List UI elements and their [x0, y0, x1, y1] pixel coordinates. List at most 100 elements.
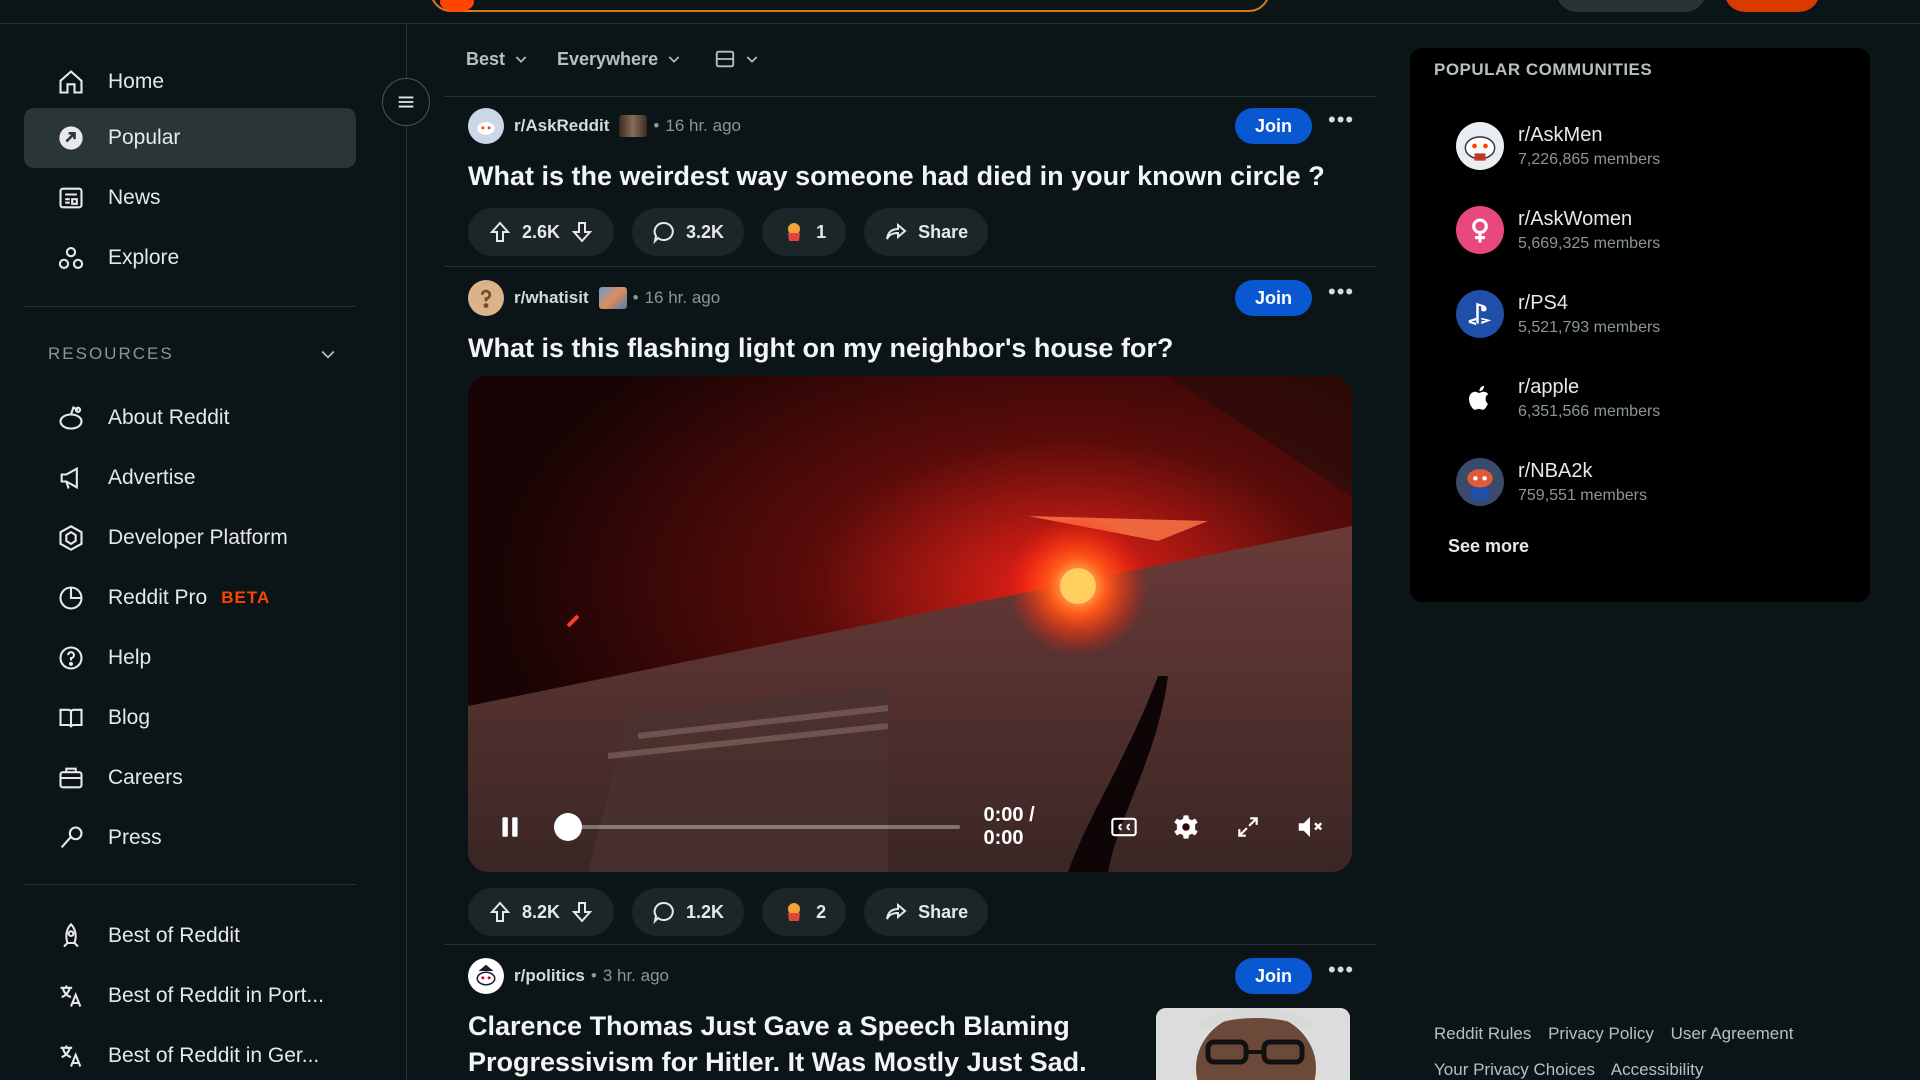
view-mode-dropdown[interactable] [710, 48, 760, 70]
nav-explore[interactable]: Explore [24, 228, 356, 288]
video-progress-bar[interactable] [553, 813, 960, 841]
comments-button[interactable]: 3.2K [632, 208, 745, 256]
comment-icon [653, 221, 674, 244]
upvote-icon[interactable] [488, 220, 512, 244]
community-item[interactable]: r/AskMen 7,226,865 members [1456, 116, 1836, 176]
community-item[interactable]: r/apple 6,351,566 members [1456, 368, 1836, 428]
subreddit-avatar[interactable] [468, 108, 504, 144]
divider [444, 944, 1376, 945]
community-members: 759,551 members [1518, 486, 1647, 504]
nav-careers[interactable]: Careers [24, 748, 356, 808]
nav-blog[interactable]: Blog [24, 688, 356, 748]
chevron-down-icon [321, 350, 335, 359]
captions-button[interactable] [1106, 809, 1142, 845]
nav-about[interactable]: About Reddit [24, 388, 356, 448]
divider [444, 266, 1376, 267]
more-options-icon[interactable]: ••• [1328, 959, 1353, 988]
header-button[interactable] [1556, 0, 1706, 12]
fullscreen-button[interactable] [1230, 809, 1266, 845]
chevron-down-icon [515, 56, 527, 63]
share-button[interactable]: Share [864, 208, 989, 256]
scrubber-handle[interactable] [553, 813, 582, 841]
subreddit-name[interactable]: r/whatisit [514, 288, 589, 308]
comment-count: 1.2K [686, 901, 725, 922]
more-options-icon[interactable]: ••• [1328, 109, 1353, 138]
nav-best-port[interactable]: Best of Reddit in Port... [24, 966, 356, 1026]
resources-toggle[interactable]: RESOURCES [48, 344, 338, 364]
footer-link[interactable]: Your Privacy Choices [1434, 1060, 1595, 1079]
join-button[interactable]: Join [1234, 958, 1312, 994]
post-time: 3 hr. ago [602, 966, 669, 985]
nav-news[interactable]: News [24, 168, 356, 228]
post-title[interactable]: What is this flashing light on my neighb… [468, 330, 1352, 366]
login-button[interactable] [1724, 0, 1820, 12]
community-members: 7,226,865 members [1518, 150, 1661, 168]
award-button[interactable]: 2 [762, 888, 847, 936]
post-thumbnail[interactable] [1156, 1008, 1350, 1080]
share-icon [886, 902, 907, 920]
nav-help[interactable]: Help [24, 628, 356, 688]
nav-explore-label: Explore [108, 246, 180, 269]
footer-link[interactable]: User Agreement [1671, 1024, 1794, 1043]
footer-link[interactable]: Privacy Policy [1548, 1024, 1654, 1043]
settings-button[interactable] [1168, 809, 1204, 845]
expand-icon [1238, 817, 1258, 837]
community-item[interactable]: r/AskWomen 5,669,325 members [1456, 200, 1836, 260]
nav-advertise[interactable]: Advertise [24, 448, 356, 508]
see-more-button[interactable]: See more [1448, 536, 1529, 557]
post-card[interactable]: r/AskReddit • 16 hr. ago Join ••• What i… [468, 108, 1353, 256]
video-timecode: 0:00 / 0:00 [983, 804, 1035, 849]
post-title[interactable]: Clarence Thomas Just Gave a Speech Blami… [468, 1008, 1168, 1080]
downvote-icon[interactable] [570, 900, 594, 924]
upvote-icon[interactable] [488, 900, 512, 924]
help-icon [56, 643, 86, 673]
share-label: Share [918, 901, 969, 922]
comments-button[interactable]: 1.2K [632, 888, 745, 936]
footer-link[interactable]: Accessibility [1611, 1060, 1704, 1079]
translate-icon [56, 1041, 86, 1071]
sort-order-dropdown[interactable]: Best [444, 49, 529, 70]
nav-best-of-reddit[interactable]: Best of Reddit [24, 906, 356, 966]
post-meta: r/whatisit • 16 hr. ago [468, 280, 1352, 316]
video-controls: 0:00 / 0:00 [468, 782, 1352, 872]
collapse-sidebar-button[interactable] [382, 78, 430, 126]
video-player[interactable]: 0:00 / 0:00 [468, 376, 1352, 872]
join-button[interactable]: Join [1234, 108, 1312, 144]
community-item[interactable]: r/NBA2k 759,551 members [1456, 452, 1836, 512]
nav-home[interactable]: Home [24, 52, 356, 112]
footer-link[interactable]: Reddit Rules [1434, 1024, 1531, 1043]
downvote-icon[interactable] [570, 220, 594, 244]
divider [444, 96, 1376, 97]
subreddit-name[interactable]: r/AskReddit [514, 116, 609, 136]
post-title[interactable]: What is the weirdest way someone had die… [468, 158, 1352, 194]
sort-bar: Best Everywhere [444, 44, 760, 74]
mute-button[interactable] [1292, 809, 1328, 845]
award-button[interactable]: 1 [762, 208, 847, 256]
share-button[interactable]: Share [864, 888, 989, 936]
pause-button[interactable] [492, 809, 528, 845]
nav-pro[interactable]: Reddit Pro BETA [24, 568, 356, 628]
reddit-alien-icon [56, 403, 86, 433]
nav-press[interactable]: Press [24, 808, 356, 868]
join-button[interactable]: Join [1234, 280, 1312, 316]
subreddit-name[interactable]: r/politics [514, 966, 585, 986]
award-icon [788, 223, 801, 241]
card-view-icon [715, 50, 735, 68]
sort-scope-dropdown[interactable]: Everywhere [557, 49, 682, 70]
nav-developer[interactable]: Developer Platform [24, 508, 356, 568]
post-card[interactable]: r/whatisit • 16 hr. ago Join ••• What is… [468, 280, 1353, 366]
community-avatar [1456, 122, 1504, 170]
female-symbol-icon [1472, 218, 1488, 243]
more-options-icon[interactable]: ••• [1328, 281, 1353, 310]
nav-blog-label: Blog [108, 706, 151, 729]
community-item[interactable]: r/PS4 5,521,793 members [1456, 284, 1836, 344]
sort-scope-label: Everywhere [557, 48, 659, 69]
award-count: 2 [816, 901, 827, 922]
search-bar[interactable] [430, 0, 1270, 12]
community-avatar [1456, 290, 1504, 338]
vote-count: 2.6K [522, 221, 561, 242]
nav-popular[interactable]: Popular [24, 108, 356, 168]
nav-best-ger[interactable]: Best of Reddit in Ger... [24, 1026, 356, 1080]
subreddit-avatar[interactable] [468, 958, 504, 994]
subreddit-avatar[interactable] [468, 280, 504, 316]
